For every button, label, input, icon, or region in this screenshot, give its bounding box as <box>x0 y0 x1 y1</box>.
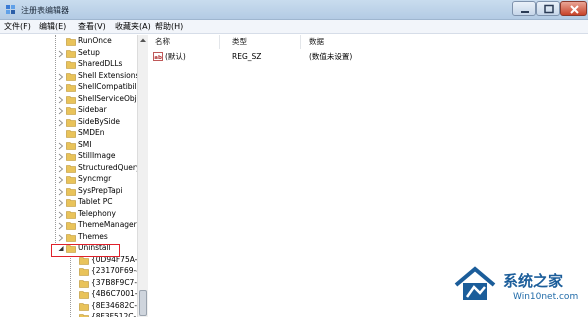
registry-tree[interactable]: RunOnce Setup SharedDLLs Shell Extensions Sh… <box>0 35 148 317</box>
expand-arrow-icon[interactable] <box>58 73 64 81</box>
value-row-default[interactable]: ab (默认) REG_SZ (数值未设置) <box>149 51 588 62</box>
tree-node-label: RunOnce <box>78 36 112 45</box>
tree-node-label: {37B8F9C7-0 <box>91 277 142 287</box>
folder-icon <box>66 37 76 46</box>
folder-icon <box>79 290 89 299</box>
tree-node-label: ThemeManager <box>78 220 137 229</box>
expand-arrow-icon[interactable] <box>58 142 64 150</box>
tree-node-label: {4B6C7001-C <box>91 289 143 298</box>
expand-arrow-icon[interactable] <box>58 153 64 161</box>
folder-icon <box>66 221 76 230</box>
expand-arrow-icon[interactable] <box>58 211 64 219</box>
tree-node-label: SharedDLLs <box>78 59 123 68</box>
tree-node-label: {8E34682C-8 <box>91 300 142 310</box>
tree-node-label: SideBySide <box>78 116 121 126</box>
tree-node-label: StillImage <box>78 151 116 160</box>
folder-icon <box>66 187 76 196</box>
folder-icon <box>79 279 89 288</box>
watermark-site: Win10net.com <box>513 292 579 302</box>
tree-node-label: ShellCompatibili <box>78 82 139 91</box>
column-separator[interactable] <box>219 35 220 49</box>
expand-arrow-icon[interactable] <box>58 176 64 184</box>
registry-editor-icon <box>6 5 15 14</box>
string-value-icon: ab <box>153 52 163 61</box>
maximize-button[interactable] <box>536 1 560 16</box>
tree-guide-line <box>70 256 71 317</box>
value-data: (数值未设置) <box>309 52 353 61</box>
folder-icon <box>79 302 89 311</box>
title-bar: 注册表编辑器 <box>0 0 588 20</box>
tree-scrollbar[interactable] <box>137 35 148 317</box>
scroll-thumb[interactable] <box>139 290 147 316</box>
tree-node-label: SysPrepTapi <box>78 185 123 195</box>
folder-icon <box>66 141 76 150</box>
menu-bar: 文件(F) 编辑(E) 查看(V) 收藏夹(A) 帮助(H) <box>0 20 588 34</box>
expand-arrow-icon[interactable] <box>58 188 64 196</box>
window-title: 注册表编辑器 <box>21 6 69 15</box>
folder-icon <box>79 267 89 276</box>
expand-arrow-icon[interactable] <box>58 222 64 230</box>
expand-arrow-icon[interactable] <box>58 107 64 115</box>
expand-arrow-icon[interactable] <box>58 234 64 242</box>
folder-icon <box>66 118 76 127</box>
folder-icon <box>66 49 76 58</box>
tree-node-label: Sidebar <box>78 105 107 114</box>
folder-icon <box>66 95 76 104</box>
value-name: (默认) <box>165 52 186 61</box>
expand-arrow-icon[interactable] <box>58 199 64 207</box>
folder-icon <box>66 210 76 219</box>
expand-arrow-icon[interactable] <box>58 165 64 173</box>
watermark-house-logo <box>454 266 496 300</box>
folder-icon <box>66 164 76 173</box>
menu-file[interactable]: 文件(F) <box>4 21 31 32</box>
tree-node-label: Themes <box>78 231 108 241</box>
column-header-data[interactable]: 数据 <box>309 35 324 49</box>
column-header-name[interactable]: 名称 <box>155 35 170 49</box>
svg-text:ab: ab <box>154 55 162 61</box>
expand-arrow-icon[interactable] <box>58 119 64 127</box>
tree-node-label: Syncmgr <box>78 174 112 183</box>
menu-help[interactable]: 帮助(H) <box>155 21 183 32</box>
column-header-type[interactable]: 类型 <box>232 35 247 49</box>
minimize-button[interactable] <box>512 1 536 16</box>
tree-node-label: SMDEn <box>78 128 105 137</box>
folder-icon <box>66 233 76 242</box>
folder-icon <box>79 313 89 317</box>
folder-icon <box>66 60 76 69</box>
expand-arrow-icon[interactable] <box>58 84 64 92</box>
close-button[interactable] <box>560 1 587 16</box>
folder-icon <box>66 175 76 184</box>
folder-icon <box>66 106 76 115</box>
folder-icon <box>66 72 76 81</box>
watermark-brand: 系统之家 <box>503 272 564 290</box>
tree-node-label: {8F3F512C- <box>91 312 137 317</box>
folder-icon <box>66 152 76 161</box>
scroll-up-arrow-icon[interactable] <box>138 35 148 46</box>
close-icon <box>570 5 579 14</box>
values-list[interactable]: 名称 类型 数据 ab (默认) REG_SZ (数值未设置) 系统之家 Win… <box>149 35 588 317</box>
folder-icon <box>66 83 76 92</box>
tree-node-label: Tablet PC <box>78 197 113 206</box>
menu-favorites[interactable]: 收藏夹(A) <box>115 21 151 32</box>
menu-edit[interactable]: 编辑(E) <box>39 21 66 32</box>
value-type: REG_SZ <box>232 52 262 61</box>
column-separator[interactable] <box>300 35 301 49</box>
expand-arrow-icon[interactable] <box>58 96 64 104</box>
tree-node-label: ShellServiceObje <box>78 93 142 103</box>
tree-node-label: Shell Extensions <box>78 70 140 80</box>
tree-node-label: SMI <box>78 139 92 149</box>
tree-node-label: Telephony <box>78 208 116 218</box>
uninstall-highlight-box <box>51 244 120 257</box>
tree-node-label: StructuredQuery <box>78 162 141 172</box>
maximize-icon <box>544 4 554 14</box>
expand-arrow-icon[interactable] <box>58 50 64 58</box>
menu-view[interactable]: 查看(V) <box>78 21 106 32</box>
minimize-icon <box>521 11 529 13</box>
tree-node-label: Setup <box>78 47 100 57</box>
folder-icon <box>66 198 76 207</box>
folder-icon <box>66 129 76 138</box>
tree-guide-line <box>55 35 56 243</box>
